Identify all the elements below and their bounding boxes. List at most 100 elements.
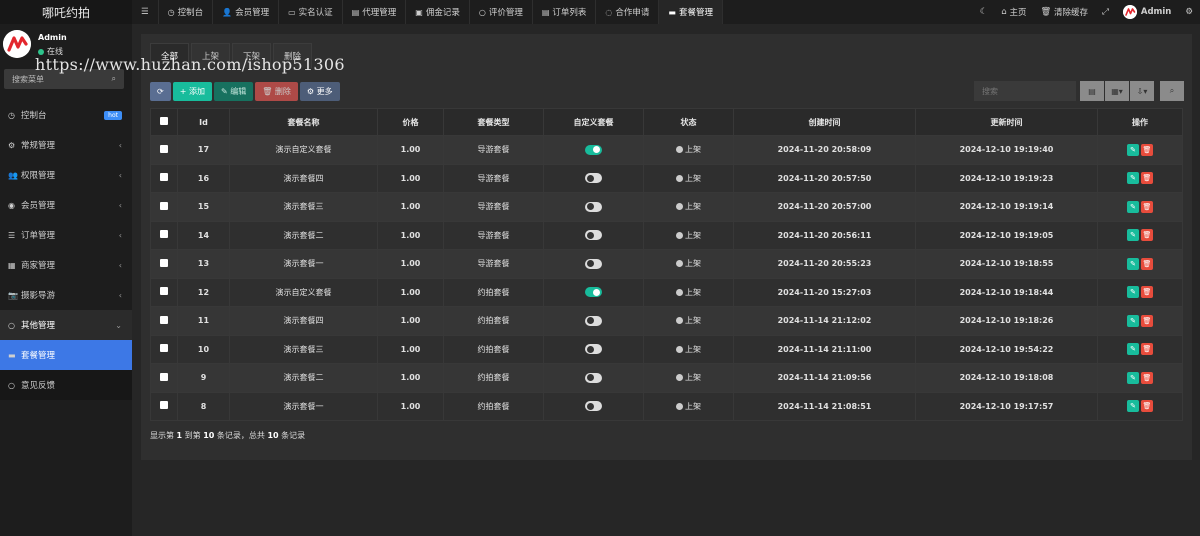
row-delete-button[interactable]: 🗑 [1141, 286, 1153, 299]
add-button[interactable]: + 添加 [172, 82, 212, 101]
toggle-view-button[interactable]: ▤ [1080, 81, 1104, 101]
col-header-id[interactable]: Id [177, 108, 230, 136]
tab-commission[interactable]: ▣ 佣金记录 [406, 0, 470, 24]
row-checkbox[interactable] [150, 163, 178, 193]
row-checkbox[interactable] [150, 334, 178, 364]
row-delete-button[interactable]: 🗑 [1141, 229, 1153, 242]
sidebar-item-other[interactable]: ○ 其他管理 ⌄ [0, 310, 132, 340]
row-delete-button[interactable]: 🗑 [1141, 143, 1153, 156]
row-edit-button[interactable]: ✎ [1127, 200, 1139, 213]
row-delete-button[interactable]: 🗑 [1141, 371, 1153, 384]
col-header-created[interactable]: 创建时间 [733, 108, 916, 136]
row-checkbox[interactable] [150, 249, 178, 279]
table-search-input[interactable] [974, 81, 1076, 101]
export-button[interactable]: ⇩▾ [1130, 81, 1154, 101]
custom-toggle[interactable] [585, 201, 602, 212]
admin-menu[interactable]: Admin [1116, 5, 1179, 19]
row-edit-button[interactable]: ✎ [1127, 286, 1139, 299]
row-edit-button[interactable]: ✎ [1127, 257, 1139, 270]
advanced-search-button[interactable]: ⌕ [1160, 81, 1184, 101]
row-checkbox[interactable] [150, 135, 178, 165]
row-delete-button[interactable]: 🗑 [1141, 172, 1153, 185]
brand-logo[interactable]: 哪吒约拍 [0, 0, 132, 24]
select-all-checkbox[interactable] [150, 108, 178, 136]
col-header-status[interactable]: 状态 [643, 108, 734, 136]
sidebar-item-general[interactable]: ⚙ 常规管理 ‹ [0, 130, 132, 160]
menu-toggle-button[interactable]: ☰ [132, 0, 159, 24]
row-delete-button[interactable]: 🗑 [1141, 200, 1153, 213]
edit-button[interactable]: ✎ 编辑 [213, 82, 254, 101]
filter-tab-deleted[interactable]: 删除 [273, 43, 313, 68]
cell-actions: ✎ 🗑 [1097, 334, 1183, 364]
col-header-name[interactable]: 套餐名称 [229, 108, 378, 136]
custom-toggle[interactable] [585, 344, 602, 355]
col-header-type[interactable]: 套餐类型 [443, 108, 544, 136]
sidebar-item-merchants[interactable]: ▦ 商家管理 ‹ [0, 250, 132, 280]
tab-agents[interactable]: ▤ 代理管理 [343, 0, 407, 24]
col-header-updated[interactable]: 更新时间 [915, 108, 1098, 136]
refresh-button[interactable]: ⟳ [150, 82, 171, 101]
settings-button[interactable]: ⚙ [1178, 7, 1200, 17]
sidebar-item-members[interactable]: ◉ 会员管理 ‹ [0, 190, 132, 220]
sidebar-item-dashboard[interactable]: ◷ 控制台 hot [0, 100, 132, 130]
custom-toggle[interactable] [585, 372, 602, 383]
tab-packages[interactable]: ▬ 套餐管理 [659, 0, 723, 24]
row-checkbox[interactable] [150, 220, 178, 250]
row-checkbox[interactable] [150, 363, 178, 393]
tab-order-list[interactable]: ▤ 订单列表 [533, 0, 597, 24]
col-header-price[interactable]: 价格 [377, 108, 444, 136]
sidebar-item-packages[interactable]: ▬ 套餐管理 [0, 340, 132, 370]
tab-cooperation[interactable]: ◌ 合作申请 [596, 0, 660, 24]
sidebar-item-feedback[interactable]: ○ 意见反馈 [0, 370, 132, 400]
columns-button[interactable]: ▦▾ [1105, 81, 1129, 101]
custom-toggle[interactable] [585, 401, 602, 412]
checkbox-icon [160, 173, 168, 182]
filter-tab-on-shelf[interactable]: 上架 [191, 43, 231, 68]
home-button[interactable]: ⌂ 主页 [994, 6, 1033, 18]
row-delete-button[interactable]: 🗑 [1141, 257, 1153, 270]
sidebar-item-auth[interactable]: 👥 权限管理 ‹ [0, 160, 132, 190]
trash-icon: 🗑 [1142, 174, 1152, 183]
row-edit-button[interactable]: ✎ [1127, 314, 1139, 327]
row-edit-button[interactable]: ✎ [1127, 371, 1139, 384]
row-edit-button[interactable]: ✎ [1127, 343, 1139, 356]
custom-toggle[interactable] [585, 315, 602, 326]
row-edit-button[interactable]: ✎ [1127, 400, 1139, 413]
search-icon: ⌕ [111, 74, 116, 83]
row-checkbox[interactable] [150, 277, 178, 307]
filter-tab-off-shelf[interactable]: 下架 [232, 43, 272, 68]
sidebar-item-photo-guide[interactable]: 📷 摄影导游 ‹ [0, 280, 132, 310]
more-button[interactable]: ⚙ 更多 [299, 82, 340, 101]
custom-toggle[interactable] [585, 173, 602, 184]
filter-tab-all[interactable]: 全部 [150, 43, 190, 68]
sidebar-search-input[interactable]: 搜索菜单 ⌕ [4, 69, 124, 89]
row-checkbox[interactable] [150, 391, 178, 421]
delete-button[interactable]: 🗑 删除 [255, 82, 298, 101]
sidebar-item-label: 意见反馈 [21, 381, 56, 391]
tab-dashboard[interactable]: ◷ 控制台 [159, 0, 214, 24]
row-edit-button[interactable]: ✎ [1127, 172, 1139, 185]
custom-toggle[interactable] [585, 230, 602, 241]
col-header-custom[interactable]: 自定义套餐 [543, 108, 644, 136]
chevron-left-icon: ‹ [118, 260, 122, 270]
fullscreen-button[interactable]: ⤢ [1095, 7, 1116, 17]
cell-name: 演示套餐三 [229, 192, 378, 222]
status-label: 上架 [685, 230, 701, 240]
theme-toggle-button[interactable]: ☾ [973, 7, 995, 17]
row-edit-button[interactable]: ✎ [1127, 229, 1139, 242]
clear-cache-button[interactable]: 🗑 清除缓存 [1034, 6, 1096, 18]
cell-status: 上架 [643, 363, 734, 393]
row-checkbox[interactable] [150, 306, 178, 336]
row-delete-button[interactable]: 🗑 [1141, 400, 1153, 413]
row-edit-button[interactable]: ✎ [1127, 143, 1139, 156]
row-delete-button[interactable]: 🗑 [1141, 314, 1153, 327]
custom-toggle[interactable] [585, 287, 602, 298]
tab-members[interactable]: 👤 会员管理 [213, 0, 280, 24]
row-checkbox[interactable] [150, 192, 178, 222]
tab-reviews[interactable]: ○ 评价管理 [470, 0, 533, 24]
sidebar-item-orders[interactable]: ☰ 订单管理 ‹ [0, 220, 132, 250]
row-delete-button[interactable]: 🗑 [1141, 343, 1153, 356]
custom-toggle[interactable] [585, 258, 602, 269]
tab-realname[interactable]: ▭ 实名认证 [279, 0, 343, 24]
custom-toggle[interactable] [585, 144, 602, 155]
